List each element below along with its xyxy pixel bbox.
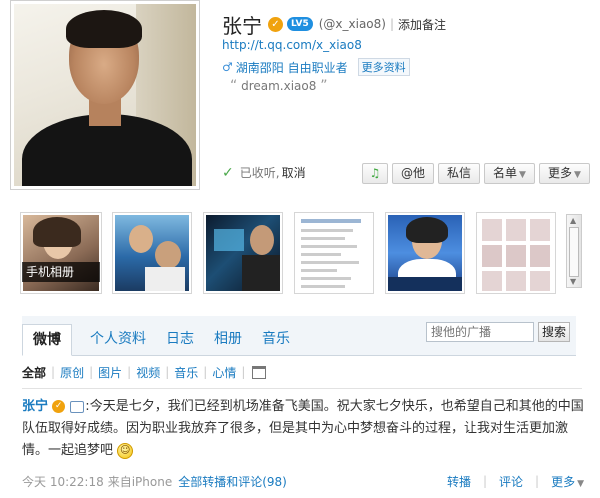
verified-icon: ✓ [268, 16, 283, 32]
location-occupation[interactable]: 湖南邵阳 自由职业者 [236, 59, 348, 76]
follow-status: ✓ 已收听, 取消 [222, 164, 306, 181]
filter-videos[interactable]: 视频 [136, 364, 160, 381]
tab-weibo[interactable]: 微博 [22, 324, 72, 356]
photo-strip [0, 204, 600, 306]
filter-separator: | [51, 365, 56, 379]
user-name: 张宁 [222, 13, 262, 38]
mention-button[interactable]: @他 [392, 163, 435, 184]
filter-separator: | [241, 365, 246, 379]
tab-profile[interactable]: 个人资料 [80, 324, 156, 356]
photo-thumbnail[interactable] [476, 212, 556, 294]
listen-icon[interactable]: ♫ [362, 163, 388, 184]
feed-post: 张宁 ✓ :今天是七夕，我们已经到机场准备飞美国。祝大家七夕快乐，也希望自己和其… [22, 396, 584, 462]
more-info-button[interactable]: 更多资料 [357, 58, 410, 76]
filter-music[interactable]: 音乐 [174, 364, 198, 381]
filter-separator: | [127, 365, 132, 379]
male-icon: ♂ [222, 60, 233, 74]
more-dropdown-button[interactable]: 更多 ▼ [538, 163, 590, 184]
private-message-button[interactable]: 私信 [438, 163, 481, 184]
post-filter-bar: 全部 | 原创 | 图片 | 视频 | 音乐 | 心情 | [22, 362, 267, 382]
separator: | [389, 17, 395, 31]
comment-button[interactable]: 评论 [499, 473, 523, 490]
tab-album[interactable]: 相册 [204, 324, 252, 356]
chevron-down-icon: ▼ [519, 170, 526, 180]
profile-header: 张宁 ✓ LV5 (@x_xiao8) | 添加备注 http://t.qq.c… [0, 0, 600, 200]
search-input[interactable] [426, 322, 534, 342]
quote-close: ” [320, 78, 328, 94]
profile-url-link[interactable]: http://t.qq.com/x_xiao8 [222, 38, 362, 52]
filter-images[interactable]: 图片 [98, 364, 122, 381]
post-text: 今天是七夕，我们已经到机场准备飞美国。祝大家七夕快乐，也希望自己和其他的中国队伍… [22, 399, 584, 458]
filter-all[interactable]: 全部 [22, 364, 46, 381]
post-meta: 今天 10:22:18 来自iPhone 全部转播和评论(98) 转播 | 评论… [22, 472, 584, 490]
motto-text: dream.xiao8 [241, 79, 317, 93]
more-actions-button[interactable]: 更多 ▼ [551, 473, 584, 490]
filter-mood[interactable]: 心情 [212, 364, 236, 381]
post-body: 张宁 ✓ :今天是七夕，我们已经到机场准备飞美国。祝大家七夕快乐，也希望自己和其… [22, 396, 584, 462]
chevron-down-icon: ▼ [573, 170, 581, 180]
verified-icon: ✓ [52, 400, 66, 413]
check-icon: ✓ [222, 164, 234, 181]
search-button[interactable]: 搜索 [538, 322, 570, 342]
post-author-link[interactable]: 张宁 [22, 399, 48, 414]
tab-blog[interactable]: 日志 [156, 324, 204, 356]
divider [22, 388, 582, 389]
mobile-post-icon [70, 400, 85, 413]
post-timestamp[interactable]: 今天 10:22:18 [22, 473, 104, 490]
more-actions-label: 更多 [551, 474, 576, 489]
all-reposts-comments-link[interactable]: 全部转播和评论(98) [178, 473, 287, 490]
filter-separator: | [165, 365, 170, 379]
action-separator: | [482, 474, 487, 488]
unfollow-link[interactable]: 取消 [282, 164, 306, 181]
avatar-photo [14, 4, 196, 186]
post-source: 来自iPhone [107, 474, 173, 489]
list-label: 名单 [493, 166, 518, 180]
photo-thumbnail[interactable] [112, 212, 192, 294]
photo-strip-scrollbar[interactable]: ▲ ▼ [566, 214, 582, 288]
info-row: ♂ 湖南邵阳 自由职业者 更多资料 [222, 58, 410, 76]
action-buttons: ♫ @他 私信 名单 ▼ 更多 ▼ [362, 163, 590, 184]
smile-emoji-icon: ☺ [117, 442, 134, 459]
scroll-thumb[interactable] [569, 227, 579, 277]
level-badge: LV5 [287, 17, 313, 31]
scroll-down-icon[interactable]: ▼ [570, 277, 576, 286]
add-note-link[interactable]: 添加备注 [398, 16, 446, 33]
avatar[interactable] [10, 0, 200, 190]
filter-original[interactable]: 原创 [60, 364, 84, 381]
user-handle: (@x_xiao8) [318, 17, 386, 31]
photo-thumbnail[interactable] [203, 212, 283, 294]
phone-album-label[interactable]: 手机相册 [22, 262, 100, 282]
post-actions: 转播 | 评论 | 更多 ▼ [447, 473, 584, 490]
chevron-down-icon: ▼ [577, 478, 584, 489]
list-dropdown-button[interactable]: 名单 ▼ [484, 163, 535, 184]
quote-open: “ [230, 78, 238, 94]
calendar-icon[interactable] [252, 365, 267, 379]
photo-thumbnail[interactable] [294, 212, 374, 294]
photo-thumbnail[interactable] [385, 212, 465, 294]
followed-label: 已收听, [239, 166, 280, 180]
name-row: 张宁 ✓ LV5 (@x_xiao8) | 添加备注 [222, 12, 446, 38]
action-separator: | [535, 474, 540, 488]
more-label: 更多 [547, 166, 572, 180]
filter-separator: | [203, 365, 208, 379]
motto: “ dream.xiao8 ” [230, 78, 327, 94]
filter-separator: | [89, 365, 94, 379]
repost-button[interactable]: 转播 [447, 473, 471, 490]
scroll-up-icon[interactable]: ▲ [570, 216, 576, 225]
tab-music[interactable]: 音乐 [252, 324, 300, 356]
